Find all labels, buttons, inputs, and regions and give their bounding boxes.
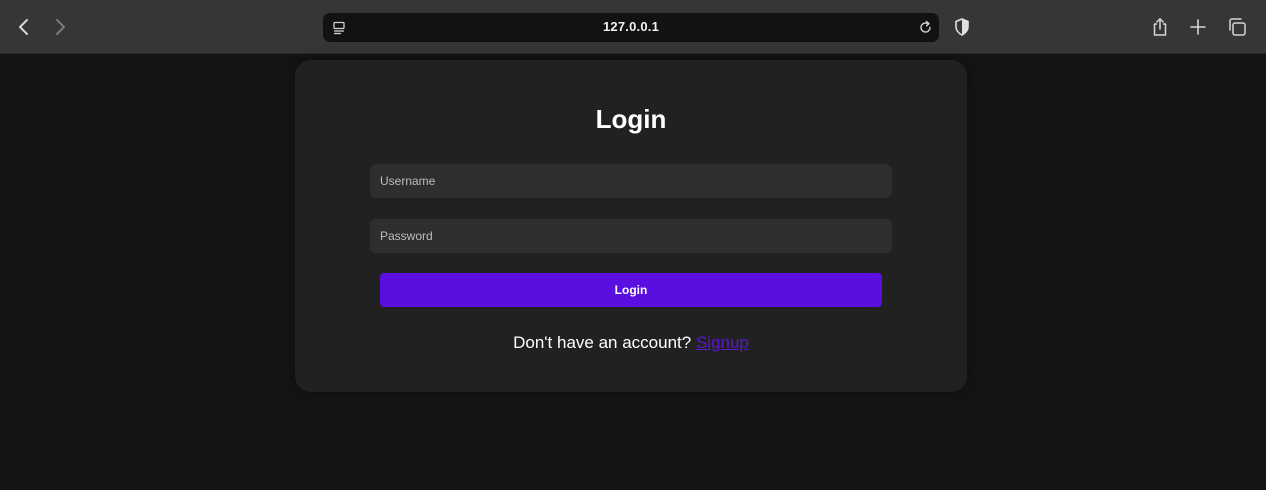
share-button[interactable] bbox=[1148, 15, 1172, 39]
signup-link[interactable]: Signup bbox=[696, 333, 749, 352]
signup-prompt-line: Don't have an account? Signup bbox=[295, 333, 967, 353]
tabs-icon bbox=[1229, 18, 1246, 36]
share-icon bbox=[1153, 18, 1167, 36]
forward-icon bbox=[56, 19, 65, 35]
password-field[interactable] bbox=[370, 219, 892, 253]
new-tab-button[interactable] bbox=[1186, 15, 1210, 39]
signup-prompt-text: Don't have an account? bbox=[513, 333, 692, 352]
back-icon bbox=[19, 19, 28, 35]
page-content: Login Login Don't have an account? Signu… bbox=[0, 54, 1266, 490]
reload-icon[interactable] bbox=[917, 19, 934, 36]
back-button[interactable] bbox=[12, 15, 36, 39]
forward-button[interactable] bbox=[48, 15, 72, 39]
address-bar[interactable]: 127.0.0.1 bbox=[323, 13, 939, 42]
new-tab-icon bbox=[1190, 19, 1206, 35]
url-text[interactable]: 127.0.0.1 bbox=[323, 19, 939, 34]
tab-overview-button[interactable] bbox=[1225, 15, 1249, 39]
username-field[interactable] bbox=[370, 164, 892, 198]
login-card: Login Login Don't have an account? Signu… bbox=[295, 60, 967, 392]
shield-icon bbox=[955, 18, 969, 36]
login-button[interactable]: Login bbox=[380, 273, 882, 307]
page-title: Login bbox=[595, 104, 667, 134]
privacy-shield-button[interactable] bbox=[950, 15, 974, 39]
browser-toolbar: 127.0.0.1 bbox=[0, 0, 1266, 54]
